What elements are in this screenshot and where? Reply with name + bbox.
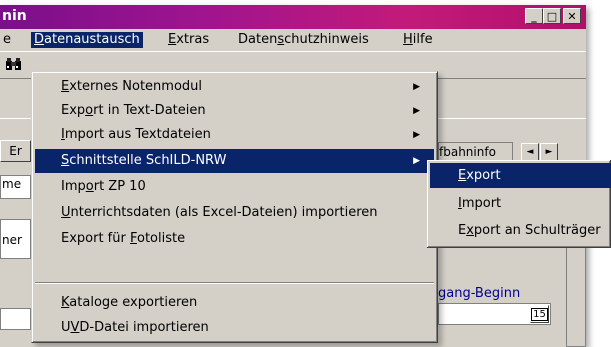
menu-item-datenschutzhinweis[interactable]: Datenschutzhinweis [235, 32, 372, 48]
close-icon: ✕ [567, 9, 577, 23]
maximize-icon: □ [546, 9, 558, 23]
menu-schnittstelle-schild-nrw[interactable]: Schnittstelle SchILD-NRW ▶ [35, 149, 434, 173]
tab-partial-left[interactable]: Er [0, 140, 31, 162]
submenu-arrow-icon: ▶ [413, 82, 420, 92]
calendar-button[interactable]: 15 [530, 305, 549, 323]
close-button[interactable]: ✕ [563, 8, 581, 24]
submenu-export[interactable]: Export [430, 163, 611, 188]
submenu-export-schultraeger[interactable]: Export an Schulträger [430, 218, 611, 243]
menu-import-textdateien[interactable]: Import aus Textdateien ▶ [35, 123, 434, 147]
arrow-left-icon: ◄ [526, 147, 534, 157]
menu-export-text-dateien[interactable]: Export in Text-Dateien ▶ [35, 99, 434, 123]
window-title: nin [2, 8, 27, 24]
date-label: gang-Beginn [438, 286, 521, 301]
field-label-partial-2: ner [2, 233, 22, 247]
submenu-arrow-icon: ▶ [413, 130, 420, 140]
minimize-icon: _ [531, 9, 537, 23]
menu-item-partial[interactable]: e [0, 32, 14, 48]
arrow-right-icon: ► [545, 147, 553, 157]
submenu-arrow-icon: ▶ [413, 106, 420, 116]
menu-unterrichtsdaten-importieren[interactable]: Unterrichtsdaten (als Excel-Dateien) imp… [35, 201, 434, 225]
menu-bar: e Datenaustausch Extras Datenschutzhinwe… [0, 29, 586, 52]
menu-item-datenaustausch[interactable]: Datenaustausch [31, 32, 143, 48]
tab-scroll-next-button[interactable]: ► [540, 143, 558, 161]
field-partial-3[interactable] [0, 308, 31, 330]
title-bar[interactable]: nin _ □ ✕ [0, 5, 586, 29]
menu-separator [35, 282, 434, 284]
binoculars-icon[interactable] [4, 58, 24, 72]
maximize-button[interactable]: □ [543, 8, 561, 24]
menu-externes-notenmodul[interactable]: Externes Notenmodul ▶ [35, 75, 434, 99]
menu-export-fotoliste[interactable]: Export für Fotoliste [35, 227, 434, 251]
menu-import-zp10[interactable]: Import ZP 10 [35, 175, 434, 199]
menu-item-hilfe[interactable]: Hilfe [400, 32, 436, 48]
submenu-arrow-icon: ▶ [413, 156, 420, 166]
minimize-button[interactable]: _ [525, 8, 543, 24]
datenaustausch-dropdown: Externes Notenmodul ▶ Export in Text-Date… [31, 71, 438, 343]
menu-kataloge-exportieren[interactable]: Kataloge exportieren [35, 291, 434, 315]
menu-uvd-datei-importieren[interactable]: UVD-Datei importieren [35, 316, 434, 340]
tab-aufbahninfo[interactable]: fbahninfo [438, 142, 513, 162]
submenu-import[interactable]: Import [430, 191, 611, 216]
menu-item-extras[interactable]: Extras [165, 32, 212, 48]
calendar-icon: 15 [531, 307, 548, 321]
field-label-partial-1: me [2, 177, 22, 191]
tab-scroll-prev-button[interactable]: ◄ [521, 143, 539, 161]
schild-nrw-submenu: Export Import Export an Schulträger [427, 160, 611, 248]
